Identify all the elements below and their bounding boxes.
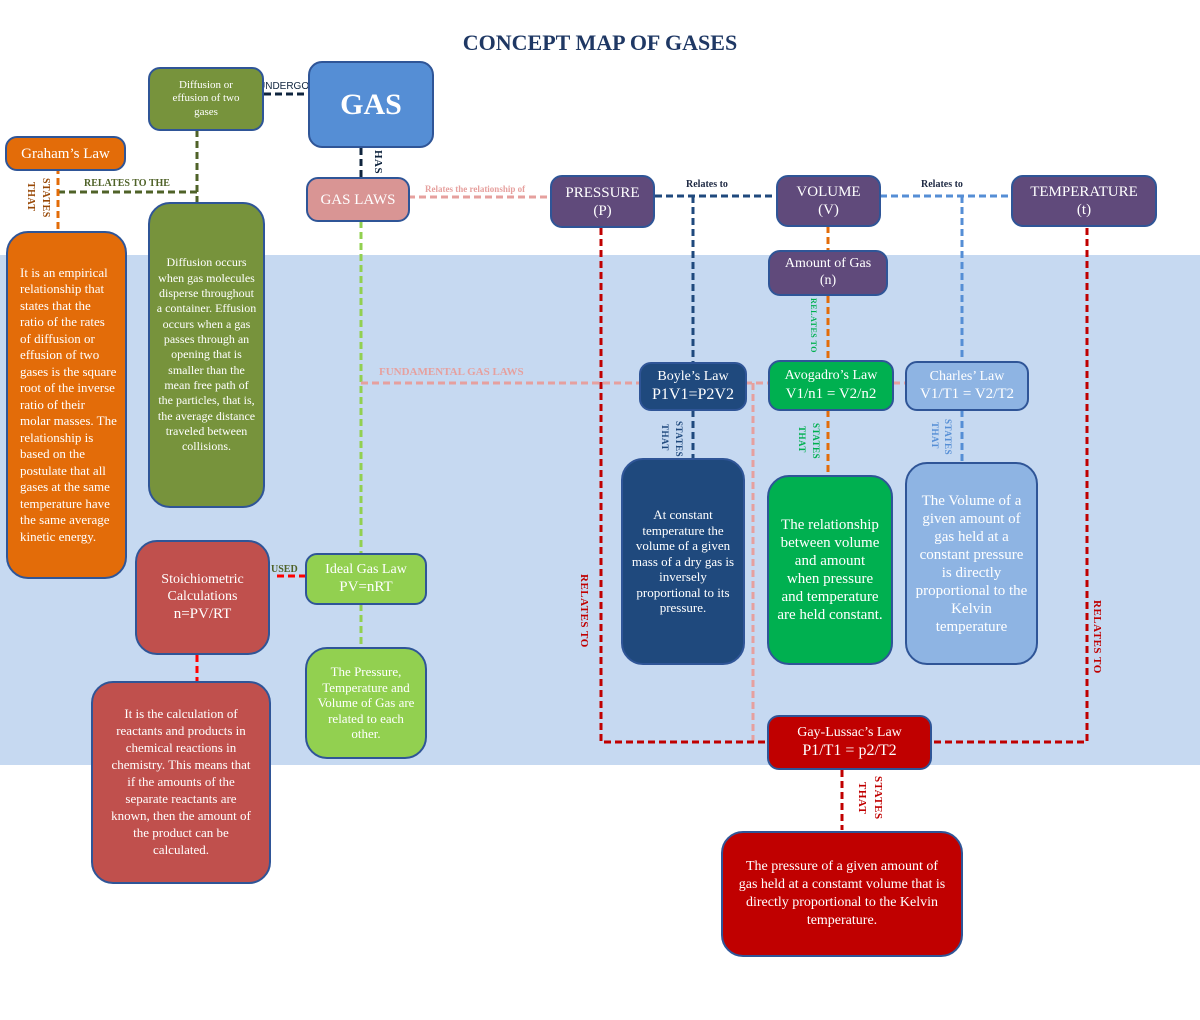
- node-avogadro-desc[interactable]: The relationship between volume and amou…: [767, 475, 893, 665]
- node-charles-line2: V1/T1 = V2/T2: [919, 386, 1014, 403]
- node-pressure-line2: (P): [593, 202, 612, 219]
- node-ideal-desc-text: The Pressure, Temperature and Volume of …: [317, 664, 415, 742]
- node-stoich-desc-text: It is the calculation of reactants and p…: [111, 706, 251, 857]
- label-charles-that: THAT: [930, 422, 940, 449]
- node-charles-desc-text: The Volume of a given amount of gas held…: [915, 492, 1028, 635]
- node-boyle-line2: P1V1=P2V2: [652, 386, 734, 404]
- node-ideal-line1: Ideal Gas Law: [325, 561, 407, 577]
- node-grahams-law-label: Graham’s Law: [21, 145, 110, 162]
- label-relates-to-amount: RELATES TO: [809, 298, 818, 354]
- label-relates-to-left: RELATES TO: [578, 574, 590, 648]
- node-temperature-line2: (t): [1076, 202, 1092, 218]
- node-grahams-desc[interactable]: It is an empirical relationship that sta…: [6, 231, 127, 579]
- node-amount-line2: (n): [819, 273, 837, 288]
- page-title: CONCEPT MAP OF GASES: [462, 30, 738, 55]
- node-gas-laws[interactable]: GAS LAWS: [306, 177, 410, 222]
- node-gas-laws-label: GAS LAWS: [320, 191, 396, 208]
- label-gay-that: THAT: [856, 782, 868, 815]
- node-avogadro-desc-text: The relationship between volume and amou…: [777, 517, 883, 623]
- node-gas-label: GAS: [340, 87, 402, 121]
- node-ideal-line2: PV=nRT: [339, 579, 393, 596]
- node-grahams-law[interactable]: Graham’s Law: [5, 136, 126, 171]
- node-temperature-line1: TEMPERATURE: [1030, 184, 1138, 200]
- label-relates-to-right: RELATES TO: [1091, 600, 1103, 674]
- label-gay-states: STATES: [872, 776, 884, 820]
- label-fundamental: FUNDAMENTAL GAS LAWS: [379, 366, 524, 378]
- label-boyle-states: STATES: [674, 421, 684, 458]
- node-boyle-line1: Boyle’s Law: [657, 368, 729, 384]
- node-charles-line1: Charles’ Law: [929, 368, 1005, 384]
- node-stoich-line1: Stoichiometric: [161, 571, 244, 587]
- label-relates-relationship: Relates the relationship of: [425, 184, 526, 194]
- node-gay-line2: P1/T1 = p2/T2: [802, 742, 897, 760]
- node-amount-of-gas[interactable]: Amount of Gas (n): [768, 250, 888, 296]
- label-relates-to-the: RELATES TO THE: [84, 178, 170, 189]
- node-stoich-line3: n=PV/RT: [173, 606, 232, 623]
- node-grahams-desc-text: It is an empirical relationship that sta…: [20, 264, 117, 544]
- label-avogadro-that: THAT: [797, 426, 807, 453]
- label-relates-to-vt: Relates to: [921, 179, 963, 190]
- node-gay-line1: Gay-Lussac’s Law: [797, 724, 902, 740]
- node-amount-line1: Amount of Gas: [784, 256, 872, 272]
- label-has: HAS: [372, 150, 384, 175]
- label-used: USED: [271, 564, 298, 575]
- node-boyle-desc[interactable]: At constant temperature the volume of a …: [621, 458, 745, 665]
- node-stoichiometric[interactable]: Stoichiometric Calculations n=PV/RT: [135, 540, 270, 655]
- node-ideal-desc[interactable]: The Pressure, Temperature and Volume of …: [305, 647, 427, 759]
- node-stoich-line2: Calculations: [167, 588, 238, 604]
- node-diffusion-desc-text: Diffusion occurs when gas molecules disp…: [156, 255, 257, 454]
- node-avogadro-line1: Avogadro’s Law: [784, 368, 878, 384]
- node-avogadro-line2: V1/n1 = V2/n2: [785, 385, 877, 402]
- node-boyles-law[interactable]: Boyle’s Law P1V1=P2V2: [639, 362, 747, 411]
- node-volume[interactable]: VOLUME (V): [776, 175, 881, 227]
- node-gay-desc[interactable]: The pressure of a given amount of gas he…: [721, 831, 963, 957]
- node-diffusion-desc[interactable]: Diffusion occurs when gas molecules disp…: [148, 202, 265, 508]
- label-boyle-that: THAT: [660, 424, 670, 451]
- node-temperature[interactable]: TEMPERATURE (t): [1011, 175, 1157, 227]
- node-pressure[interactable]: PRESSURE (P): [550, 175, 655, 228]
- label-undergo: UNDERGO: [258, 81, 310, 92]
- node-boyle-desc-text: At constant temperature the volume of a …: [631, 506, 735, 616]
- node-gay-desc-text: The pressure of a given amount of gas he…: [738, 858, 946, 929]
- node-volume-line2: (V): [818, 202, 839, 218]
- label-graham-that: THAT: [25, 182, 36, 212]
- node-avogadros-law[interactable]: Avogadro’s Law V1/n1 = V2/n2: [768, 360, 894, 411]
- node-diffusion-effusion[interactable]: Diffusion or effusion of two gases: [148, 67, 264, 131]
- node-diffusion-effusion-label: Diffusion or effusion of two gases: [172, 79, 240, 118]
- node-gay-lussacs-law[interactable]: Gay-Lussac’s Law P1/T1 = p2/T2: [767, 715, 932, 770]
- label-avogadro-states: STATES: [811, 423, 821, 460]
- node-pressure-line1: PRESSURE: [565, 184, 640, 201]
- node-stoich-desc[interactable]: It is the calculation of reactants and p…: [91, 681, 271, 884]
- label-relates-to-pv: Relates to: [686, 179, 728, 190]
- node-volume-line1: VOLUME: [796, 184, 861, 200]
- node-charles-law[interactable]: Charles’ Law V1/T1 = V2/T2: [905, 361, 1029, 411]
- node-charles-desc[interactable]: The Volume of a given amount of gas held…: [905, 462, 1038, 665]
- label-charles-states: STATES: [943, 419, 953, 456]
- node-ideal-gas-law[interactable]: Ideal Gas Law PV=nRT: [305, 553, 427, 605]
- label-graham-states: STATES: [40, 178, 51, 218]
- node-gas[interactable]: GAS: [308, 61, 434, 148]
